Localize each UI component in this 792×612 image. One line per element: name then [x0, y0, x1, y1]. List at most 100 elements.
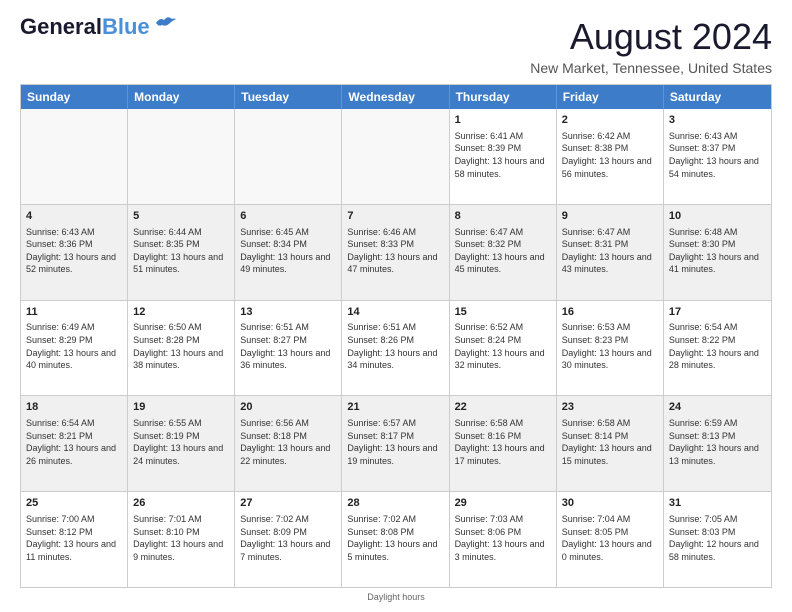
day-number: 7	[347, 209, 443, 224]
calendar-week-row: 11Sunrise: 6:49 AMSunset: 8:29 PMDayligh…	[21, 300, 771, 396]
calendar-cell: 20Sunrise: 6:56 AMSunset: 8:18 PMDayligh…	[235, 396, 342, 491]
cell-details: Sunrise: 7:02 AMSunset: 8:08 PMDaylight:…	[347, 513, 443, 563]
day-number: 3	[669, 113, 766, 128]
cell-details: Sunrise: 6:43 AMSunset: 8:37 PMDaylight:…	[669, 130, 766, 180]
calendar-week-row: 18 Sunrise: 6:54 AMSunset: 8:21 PMDayligh…	[21, 395, 771, 491]
day-number: 23	[562, 400, 658, 415]
cell-details: Sunrise: 6:48 AMSunset: 8:30 PMDaylight:…	[669, 226, 766, 276]
cell-details: Sunrise: 6:42 AMSunset: 8:38 PMDaylight:…	[562, 130, 658, 180]
cell-details: Sunrise: 6:45 AMSunset: 8:34 PMDaylight:…	[240, 226, 336, 276]
day-number: 26	[133, 496, 229, 511]
calendar-cell: 2Sunrise: 6:42 AMSunset: 8:38 PMDaylight…	[557, 109, 664, 204]
cell-details: Sunrise: 6:44 AMSunset: 8:35 PMDaylight:…	[133, 226, 229, 276]
calendar-header-cell: Friday	[557, 85, 664, 109]
calendar-header: SundayMondayTuesdayWednesdayThursdayFrid…	[21, 85, 771, 109]
day-number: 22	[455, 400, 551, 415]
cell-details: Sunrise: 7:04 AMSunset: 8:05 PMDaylight:…	[562, 513, 658, 563]
calendar-header-cell: Thursday	[450, 85, 557, 109]
calendar-cell: 4 Sunrise: 6:43 AMSunset: 8:36 PMDaylight…	[21, 205, 128, 300]
footer-note: Daylight hours	[20, 592, 772, 602]
calendar-cell: 28Sunrise: 7:02 AMSunset: 8:08 PMDayligh…	[342, 492, 449, 587]
day-number: 1	[455, 113, 551, 128]
calendar-cell: 18 Sunrise: 6:54 AMSunset: 8:21 PMDayligh…	[21, 396, 128, 491]
calendar-week-row: 1Sunrise: 6:41 AMSunset: 8:39 PMDaylight…	[21, 109, 771, 204]
calendar-week-row: 4 Sunrise: 6:43 AMSunset: 8:36 PMDaylight…	[21, 204, 771, 300]
day-number: 4	[26, 209, 122, 224]
cell-details: Sunrise: 6:47 AMSunset: 8:32 PMDaylight:…	[455, 226, 551, 276]
calendar-week-row: 25Sunrise: 7:00 AMSunset: 8:12 PMDayligh…	[21, 491, 771, 587]
calendar-cell	[128, 109, 235, 204]
cell-details: Sunrise: 6:58 AMSunset: 8:16 PMDaylight:…	[455, 417, 551, 467]
calendar-header-cell: Wednesday	[342, 85, 449, 109]
day-number: 16	[562, 305, 658, 320]
cell-details: Sunrise: 6:51 AMSunset: 8:27 PMDaylight:…	[240, 321, 336, 371]
calendar-cell: 22 Sunrise: 6:58 AMSunset: 8:16 PMDayligh…	[450, 396, 557, 491]
calendar-cell: 3 Sunrise: 6:43 AMSunset: 8:37 PMDaylight…	[664, 109, 771, 204]
calendar: SundayMondayTuesdayWednesdayThursdayFrid…	[20, 84, 772, 588]
calendar-cell: 13Sunrise: 6:51 AMSunset: 8:27 PMDayligh…	[235, 301, 342, 396]
day-number: 15	[455, 305, 551, 320]
logo: GeneralBlue	[20, 16, 176, 38]
day-number: 6	[240, 209, 336, 224]
calendar-body: 1Sunrise: 6:41 AMSunset: 8:39 PMDaylight…	[21, 109, 771, 587]
cell-details: Sunrise: 7:03 AMSunset: 8:06 PMDaylight:…	[455, 513, 551, 563]
calendar-cell: 17Sunrise: 6:54 AMSunset: 8:22 PMDayligh…	[664, 301, 771, 396]
day-number: 19	[133, 400, 229, 415]
cell-details: Sunrise: 6:52 AMSunset: 8:24 PMDaylight:…	[455, 321, 551, 371]
calendar-cell	[342, 109, 449, 204]
day-number: 13	[240, 305, 336, 320]
day-number: 8	[455, 209, 551, 224]
calendar-cell: 25Sunrise: 7:00 AMSunset: 8:12 PMDayligh…	[21, 492, 128, 587]
day-number: 12	[133, 305, 229, 320]
subtitle: New Market, Tennessee, United States	[530, 60, 772, 76]
calendar-header-cell: Sunday	[21, 85, 128, 109]
day-number: 30	[562, 496, 658, 511]
page: GeneralBlue August 2024 New Market, Tenn…	[0, 0, 792, 612]
cell-details: Sunrise: 6:47 AMSunset: 8:31 PMDaylight:…	[562, 226, 658, 276]
calendar-cell: 12Sunrise: 6:50 AMSunset: 8:28 PMDayligh…	[128, 301, 235, 396]
day-number: 21	[347, 400, 443, 415]
cell-details: Sunrise: 6:53 AMSunset: 8:23 PMDaylight:…	[562, 321, 658, 371]
calendar-header-cell: Saturday	[664, 85, 771, 109]
day-number: 14	[347, 305, 443, 320]
day-number: 17	[669, 305, 766, 320]
calendar-cell: 23 Sunrise: 6:58 AMSunset: 8:14 PMDayligh…	[557, 396, 664, 491]
day-number: 24	[669, 400, 766, 415]
cell-details: Sunrise: 6:51 AMSunset: 8:26 PMDaylight:…	[347, 321, 443, 371]
cell-details: Sunrise: 6:49 AMSunset: 8:29 PMDaylight:…	[26, 321, 122, 371]
day-number: 11	[26, 305, 122, 320]
day-number: 31	[669, 496, 766, 511]
logo-bird-icon	[154, 15, 176, 31]
calendar-cell: 10 Sunrise: 6:48 AMSunset: 8:30 PMDayligh…	[664, 205, 771, 300]
calendar-cell: 14Sunrise: 6:51 AMSunset: 8:26 PMDayligh…	[342, 301, 449, 396]
cell-details: Sunrise: 6:54 AMSunset: 8:22 PMDaylight:…	[669, 321, 766, 371]
cell-details: Sunrise: 6:58 AMSunset: 8:14 PMDaylight:…	[562, 417, 658, 467]
day-number: 27	[240, 496, 336, 511]
cell-details: Sunrise: 6:55 AMSunset: 8:19 PMDaylight:…	[133, 417, 229, 467]
main-title: August 2024	[530, 16, 772, 58]
day-number: 29	[455, 496, 551, 511]
calendar-header-cell: Tuesday	[235, 85, 342, 109]
calendar-cell: 6 Sunrise: 6:45 AMSunset: 8:34 PMDaylight…	[235, 205, 342, 300]
header: GeneralBlue August 2024 New Market, Tenn…	[20, 16, 772, 76]
cell-details: Sunrise: 6:46 AMSunset: 8:33 PMDaylight:…	[347, 226, 443, 276]
calendar-cell: 8 Sunrise: 6:47 AMSunset: 8:32 PMDaylight…	[450, 205, 557, 300]
calendar-cell	[21, 109, 128, 204]
cell-details: Sunrise: 7:00 AMSunset: 8:12 PMDaylight:…	[26, 513, 122, 563]
cell-details: Sunrise: 6:43 AMSunset: 8:36 PMDaylight:…	[26, 226, 122, 276]
cell-details: Sunrise: 6:59 AMSunset: 8:13 PMDaylight:…	[669, 417, 766, 467]
calendar-cell: 29 Sunrise: 7:03 AMSunset: 8:06 PMDayligh…	[450, 492, 557, 587]
calendar-cell: 31Sunrise: 7:05 AMSunset: 8:03 PMDayligh…	[664, 492, 771, 587]
day-number: 18	[26, 400, 122, 415]
calendar-cell: 24 Sunrise: 6:59 AMSunset: 8:13 PMDayligh…	[664, 396, 771, 491]
calendar-cell: 9Sunrise: 6:47 AMSunset: 8:31 PMDaylight…	[557, 205, 664, 300]
calendar-cell: 11Sunrise: 6:49 AMSunset: 8:29 PMDayligh…	[21, 301, 128, 396]
day-number: 5	[133, 209, 229, 224]
calendar-cell: 21Sunrise: 6:57 AMSunset: 8:17 PMDayligh…	[342, 396, 449, 491]
cell-details: Sunrise: 6:50 AMSunset: 8:28 PMDaylight:…	[133, 321, 229, 371]
cell-details: Sunrise: 6:54 AMSunset: 8:21 PMDaylight:…	[26, 417, 122, 467]
day-number: 10	[669, 209, 766, 224]
logo-text: GeneralBlue	[20, 16, 150, 38]
calendar-cell: 7 Sunrise: 6:46 AMSunset: 8:33 PMDaylight…	[342, 205, 449, 300]
calendar-cell: 27Sunrise: 7:02 AMSunset: 8:09 PMDayligh…	[235, 492, 342, 587]
